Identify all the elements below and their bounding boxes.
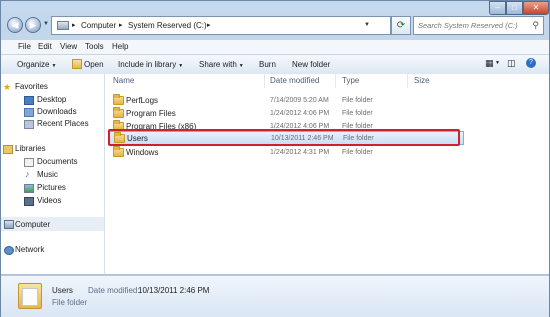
folder-icon [113,146,124,157]
breadcrumb-computer[interactable]: Computer [81,21,116,30]
column-header-date-modified[interactable]: Date modified [270,76,319,85]
file-name: Program Files [126,109,176,118]
file-row-windows[interactable]: Windows 1/24/2012 4:31 PM File folder [109,146,464,159]
details-date-label: Date modified: [88,286,140,295]
explorer-window: – □ ✕ ◀ ▶ ▼ ▸ Computer ▸ System Reserved… [0,0,550,317]
file-row-program-files[interactable]: Program Files 1/24/2012 4:06 PM File fol… [109,107,464,120]
details-type: File folder [52,298,88,307]
preview-pane-icon[interactable]: ◫ [507,58,516,69]
details-date-value: 10/13/2011 2:46 PM [138,286,210,295]
address-bar[interactable]: ▸ Computer ▸ System Reserved (C:) ▸ ▼ [51,16,391,35]
libraries-icon [3,145,13,154]
menu-view[interactable]: View [60,42,77,51]
annotation-highlight-box [108,129,460,146]
sidebar-item-recent-places[interactable]: Recent Places [37,119,89,128]
search-box[interactable]: ⚲ [413,16,544,35]
details-name: Users [52,286,73,295]
downloads-icon [24,108,34,117]
folder-icon [113,107,124,118]
navigation-pane: ★ Favorites Desktop Downloads Recent Pla… [1,74,105,274]
share-with-label: Share with [199,60,237,69]
chevron-down-icon: ▼ [238,63,244,69]
sidebar-computer-row[interactable]: Computer [1,217,104,231]
refresh-button[interactable]: ⟳ [391,16,411,35]
search-input[interactable] [418,18,530,33]
open-button[interactable]: Open [84,60,104,69]
file-row-perflogs[interactable]: PerfLogs 7/14/2009 5:20 AM File folder [109,94,464,107]
sidebar-network[interactable]: Network [15,245,44,254]
file-name: Windows [126,148,159,157]
menu-help[interactable]: Help [112,42,128,51]
column-header-name[interactable]: Name [113,76,134,85]
burn-button[interactable]: Burn [259,60,276,69]
folder-icon [18,283,42,309]
breadcrumb-separator-icon[interactable]: ▸ [72,21,76,29]
column-divider[interactable] [407,74,408,88]
organize-button[interactable]: Organize ▼ [17,60,56,69]
breadcrumb-separator-icon[interactable]: ▸ [207,21,211,29]
folder-icon [113,94,124,105]
pictures-icon [24,184,34,193]
include-in-library-label: Include in library [118,60,177,69]
search-icon[interactable]: ⚲ [532,20,539,31]
sidebar-computer[interactable]: Computer [15,220,50,229]
file-type: File folder [342,97,373,104]
file-type: File folder [342,110,373,117]
computer-icon [4,220,14,229]
command-bar: Organize ▼ Open Include in library ▼ Share… [1,54,549,75]
file-list: Name Date modified Type Size PerfLogs 7/… [105,74,549,274]
column-divider[interactable] [264,74,265,88]
new-folder-button[interactable]: New folder [292,60,330,69]
network-icon [4,246,14,255]
file-date: 1/24/2012 4:31 PM [270,149,330,156]
sidebar-item-videos[interactable]: Videos [37,196,61,205]
refresh-icon: ⟳ [396,20,406,31]
breadcrumb-separator-icon[interactable]: ▸ [119,21,123,29]
star-icon: ★ [3,82,12,92]
sidebar-item-desktop[interactable]: Desktop [37,95,66,104]
view-options-icon[interactable]: ▦ [485,58,494,69]
sidebar-favorites[interactable]: Favorites [15,82,48,91]
address-dropdown-icon[interactable]: ▼ [364,22,370,28]
sidebar-item-downloads[interactable]: Downloads [37,107,77,116]
music-icon: ♪ [25,169,30,179]
menu-edit[interactable]: Edit [38,42,52,51]
chevron-down-icon[interactable]: ▼ [495,60,500,66]
include-in-library-button[interactable]: Include in library ▼ [118,60,183,69]
column-header-size[interactable]: Size [414,76,430,85]
file-type: File folder [342,149,373,156]
forward-button[interactable]: ▶ [25,17,41,33]
sidebar-item-music[interactable]: Music [37,170,58,179]
chevron-down-icon: ▼ [178,63,184,69]
file-name: PerfLogs [126,96,159,105]
help-icon[interactable]: ? [526,58,536,68]
recent-places-icon [24,120,34,129]
menu-bar: File Edit View Tools Help [1,39,549,54]
file-date: 1/24/2012 4:06 PM [270,110,330,117]
chevron-down-icon: ▼ [51,63,57,69]
menu-tools[interactable]: Tools [85,42,104,51]
sidebar-item-documents[interactable]: Documents [37,157,77,166]
details-pane: Users Date modified: 10/13/2011 2:46 PM … [1,275,549,317]
share-with-button[interactable]: Share with ▼ [199,60,244,69]
videos-icon [24,197,34,206]
menu-file[interactable]: File [18,42,31,51]
open-folder-icon [72,59,82,69]
computer-icon [57,21,69,30]
column-divider[interactable] [335,74,336,88]
breadcrumb-system-reserved[interactable]: System Reserved (C:) [128,21,207,30]
back-arrow-icon: ◀ [11,20,19,30]
back-button[interactable]: ◀ [7,17,23,33]
desktop-icon [24,96,34,105]
recent-pages-dropdown[interactable]: ▼ [43,21,49,27]
organize-label: Organize [17,60,50,69]
column-header-type[interactable]: Type [342,76,359,85]
documents-icon [24,158,34,167]
forward-arrow-icon: ▶ [29,20,37,30]
sidebar-libraries[interactable]: Libraries [15,144,46,153]
address-row: ◀ ▶ ▼ ▸ Computer ▸ System Reserved (C:) … [1,1,549,39]
sidebar-item-pictures[interactable]: Pictures [37,183,66,192]
file-date: 7/14/2009 5:20 AM [270,97,329,104]
